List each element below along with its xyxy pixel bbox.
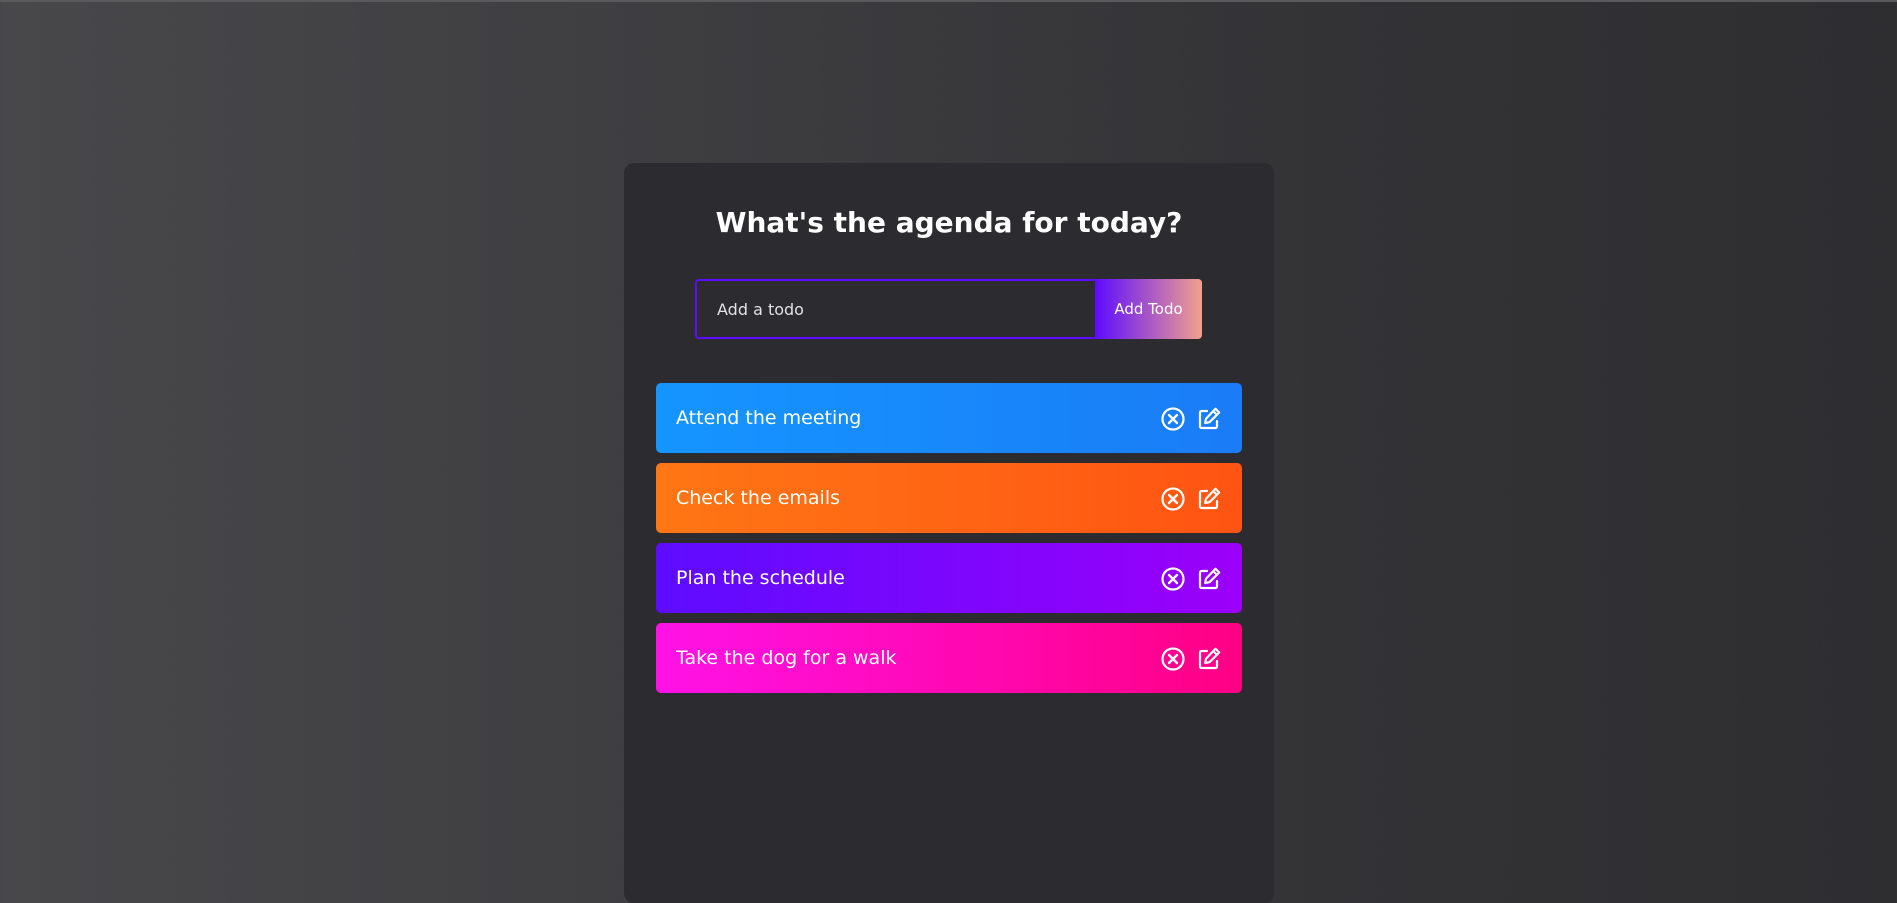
todo-actions xyxy=(1160,486,1222,512)
todo-actions xyxy=(1160,646,1222,672)
todo-app-panel: What's the agenda for today? Add Todo At… xyxy=(624,163,1274,903)
edit-todo-icon[interactable] xyxy=(1196,486,1222,512)
todo-input[interactable] xyxy=(695,279,1095,339)
todo-row: Attend the meeting xyxy=(656,383,1242,453)
delete-todo-icon[interactable] xyxy=(1160,646,1186,672)
todo-form: Add Todo xyxy=(695,279,1202,339)
todo-text[interactable]: Check the emails xyxy=(676,463,840,533)
todo-actions xyxy=(1160,566,1222,592)
edit-todo-icon[interactable] xyxy=(1196,646,1222,672)
todo-row: Take the dog for a walk xyxy=(656,623,1242,693)
page-title: What's the agenda for today? xyxy=(715,206,1183,239)
todo-row: Plan the schedule xyxy=(656,543,1242,613)
edit-todo-icon[interactable] xyxy=(1196,406,1222,432)
delete-todo-icon[interactable] xyxy=(1160,406,1186,432)
todo-text[interactable]: Take the dog for a walk xyxy=(676,623,896,693)
todo-text[interactable]: Plan the schedule xyxy=(676,543,845,613)
todo-actions xyxy=(1160,406,1222,432)
todo-text[interactable]: Attend the meeting xyxy=(676,383,861,453)
edit-todo-icon[interactable] xyxy=(1196,566,1222,592)
todo-list: Attend the meeting Check the emails Plan… xyxy=(656,383,1242,703)
delete-todo-icon[interactable] xyxy=(1160,486,1186,512)
add-todo-button[interactable]: Add Todo xyxy=(1095,279,1202,339)
todo-row: Check the emails xyxy=(656,463,1242,533)
window-top-border xyxy=(0,0,1897,2)
delete-todo-icon[interactable] xyxy=(1160,566,1186,592)
